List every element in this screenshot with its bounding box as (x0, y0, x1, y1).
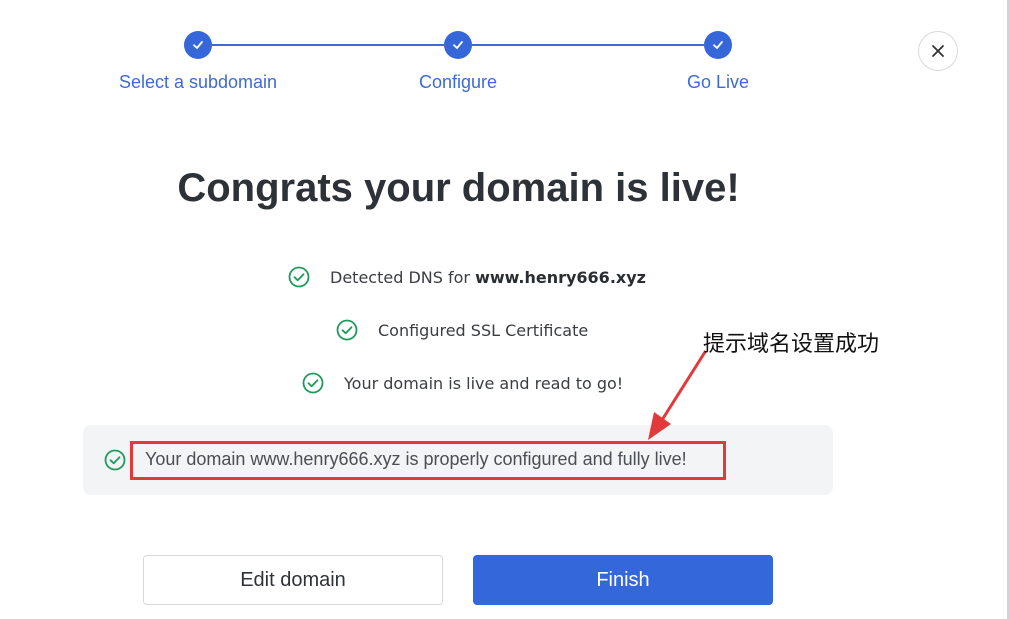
check-item-dns-label: Detected DNS for www.henry666.xyz (330, 267, 646, 287)
annotation-highlight-box (130, 441, 726, 480)
progress-stepper: Select a subdomain Configure Go Live (0, 0, 1009, 110)
check-item-live-label: Your domain is live and read to go! (344, 373, 624, 393)
check-item-ssl-label: Configured SSL Certificate (378, 320, 589, 340)
step-label-select-subdomain: Select a subdomain (118, 72, 278, 92)
check-circle-icon (104, 449, 126, 471)
check-item-live: Your domain is live and read to go! (302, 372, 623, 394)
close-icon (932, 45, 944, 57)
step-1-check-icon (184, 31, 212, 59)
check-circle-icon (336, 319, 358, 341)
step-label-go-live: Go Live (686, 72, 750, 92)
step-connector (212, 44, 444, 46)
step-3-check-icon (704, 31, 732, 59)
step-connector (472, 44, 704, 46)
check-item-ssl: Configured SSL Certificate (336, 319, 588, 341)
step-2-check-icon (444, 31, 472, 59)
dns-domain: www.henry666.xyz (475, 267, 646, 287)
check-circle-icon (288, 266, 310, 288)
step-label-configure: Configure (418, 72, 498, 92)
close-button[interactable] (918, 31, 958, 71)
check-item-dns: Detected DNS for www.henry666.xyz (288, 266, 646, 288)
annotation-note: 提示域名设置成功 (703, 332, 880, 357)
page-title: Congrats your domain is live! (177, 166, 740, 210)
finish-button[interactable]: Finish (473, 555, 773, 605)
check-circle-icon (302, 372, 324, 394)
edit-domain-button[interactable]: Edit domain (143, 555, 443, 605)
annotation-arrow-icon (648, 350, 707, 440)
